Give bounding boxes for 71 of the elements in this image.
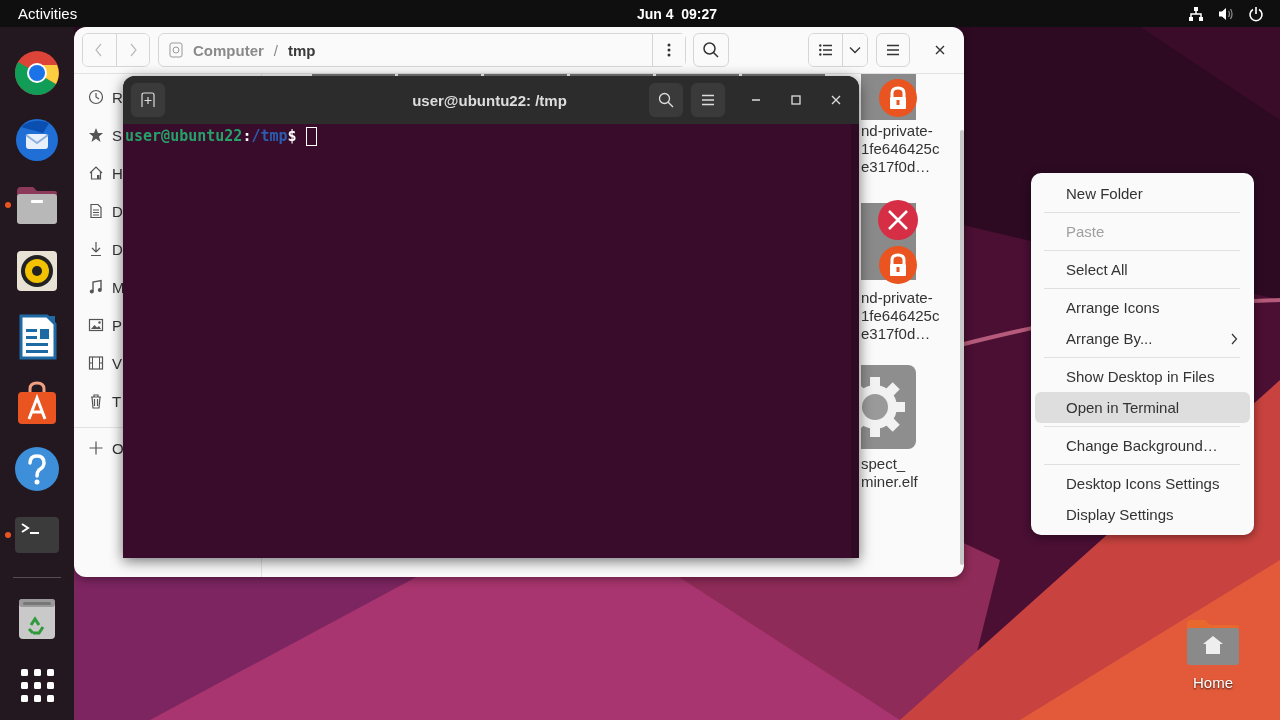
menu-item[interactable]: Show Desktop in Files [1035, 361, 1250, 392]
sidebar-item[interactable]: P [112, 316, 122, 334]
search-icon [658, 92, 674, 108]
sidebar-item[interactable]: M [112, 278, 125, 296]
file-name[interactable]: nd-private- 1fe646425c e317f0d… [861, 122, 940, 176]
sidebar-item[interactable]: S [112, 126, 122, 144]
browser-icon[interactable] [13, 49, 61, 97]
menu-button[interactable] [876, 33, 910, 67]
terminal-prompt: user@ubuntu22:/tmp$ [125, 126, 297, 146]
film-icon [88, 355, 104, 371]
window-title: user@ubuntu22: /tmp [412, 91, 567, 109]
file-name[interactable]: spect_ miner.elf [861, 455, 918, 491]
menu-item[interactable]: Desktop Icons Settings [1035, 468, 1250, 499]
menu-item[interactable]: Select All [1035, 254, 1250, 285]
sidebar-item[interactable]: V [112, 354, 122, 372]
maximize-icon [791, 95, 801, 105]
lock-icon [879, 246, 917, 284]
home-folder-icon[interactable] [1185, 618, 1241, 666]
music-note-icon [88, 279, 104, 295]
power-icon[interactable] [1248, 5, 1264, 22]
icon-label[interactable]: Home [1193, 674, 1233, 691]
sidebar-item[interactable]: R [112, 88, 123, 106]
trash-icon [88, 393, 104, 409]
menu-item[interactable]: Open in Terminal [1035, 392, 1250, 423]
volume-icon[interactable] [1218, 5, 1234, 22]
help-icon[interactable] [13, 445, 61, 493]
menu-icon [886, 44, 900, 56]
plus-icon [88, 440, 104, 456]
search-button[interactable] [649, 83, 683, 117]
clock[interactable]: Jun 4 09:27 [636, 5, 718, 22]
menu-button[interactable] [691, 83, 725, 117]
home-icon [88, 165, 104, 181]
caret-icon [849, 46, 861, 54]
file-name[interactable]: nd-private- 1fe646425c e317f0d… [861, 289, 940, 343]
menu-item[interactable]: New Folder [1035, 178, 1250, 209]
menu-item[interactable]: Arrange Icons [1035, 292, 1250, 323]
new-tab-button[interactable] [131, 83, 165, 117]
document-icon [88, 203, 104, 219]
cross-icon [878, 200, 918, 240]
sidebar-item[interactable]: T [112, 392, 122, 410]
sidebar-item[interactable]: D [112, 240, 123, 258]
star-icon [88, 127, 104, 143]
list-view-button[interactable] [809, 34, 843, 66]
close-icon [831, 95, 841, 105]
menu-item[interactable]: Change Background… [1035, 430, 1250, 461]
network-icon[interactable] [1188, 5, 1204, 22]
lock-icon [879, 79, 917, 117]
sidebar-item[interactable]: D [112, 202, 123, 220]
path-separator: / [273, 41, 278, 59]
vertical-dots-icon [667, 43, 671, 57]
menu-item[interactable]: Arrange By... [1035, 323, 1250, 354]
list-icon [818, 44, 833, 56]
sidebar-item[interactable]: O [112, 439, 124, 457]
sidebar-item[interactable]: H [112, 164, 123, 182]
search-button[interactable] [693, 33, 729, 67]
drive-icon [169, 42, 183, 58]
path-segment[interactable]: tmp [288, 41, 316, 59]
new-tab-icon [140, 92, 156, 108]
search-icon [702, 41, 720, 59]
path-bar[interactable]: Computer / tmp [158, 33, 686, 67]
text-cursor [305, 126, 317, 146]
scrollbar[interactable] [960, 130, 964, 565]
menu-item[interactable]: Display Settings [1035, 499, 1250, 530]
download-icon [88, 241, 104, 257]
clock-icon [88, 89, 104, 105]
close-icon [935, 45, 945, 55]
minimize-icon [751, 99, 761, 101]
menu-icon [701, 94, 715, 106]
image-icon [88, 317, 104, 333]
activities-button[interactable]: Activities [18, 5, 78, 22]
gear-icon [861, 365, 916, 449]
